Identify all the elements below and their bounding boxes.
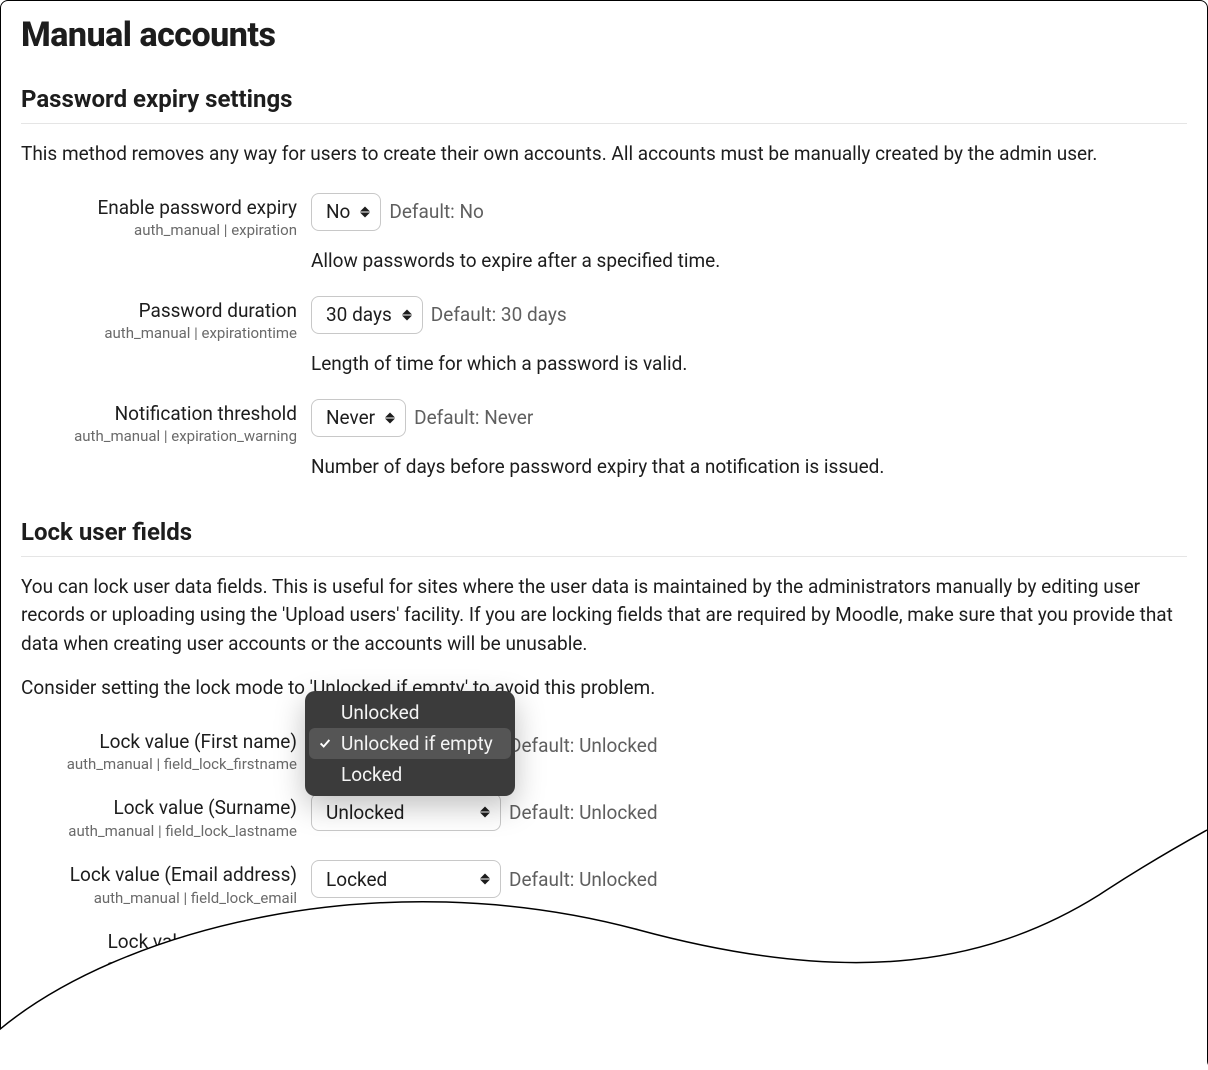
notification-threshold-select[interactable]: Never bbox=[311, 399, 406, 437]
setting-notification-threshold: Notification threshold auth_manual | exp… bbox=[21, 399, 1187, 482]
section-title-expiry: Password expiry settings bbox=[21, 85, 1187, 113]
lock-intro-text-1: You can lock user data fields. This is u… bbox=[21, 573, 1187, 659]
lock-firstname-dropdown: Unlocked Unlocked if empty Locked bbox=[305, 691, 515, 796]
select-value: Unlocked bbox=[326, 934, 404, 957]
option-label: Unlocked if empty bbox=[341, 732, 493, 755]
setting-lock-firstname: Lock value (First name) auth_manual | fi… bbox=[21, 727, 1187, 774]
select-value: Locked bbox=[326, 868, 387, 891]
lock-intro-text-2: Consider setting the lock mode to 'Unloc… bbox=[21, 674, 1187, 703]
page-title: Manual accounts bbox=[21, 15, 1187, 55]
setting-lock-email: Lock value (Email address) auth_manual |… bbox=[21, 860, 1187, 907]
setting-help: Allow passwords to expire after a specif… bbox=[311, 249, 1187, 272]
setting-key: auth_manual | field_lock_email bbox=[21, 889, 297, 907]
setting-label: Lock value (Email address) bbox=[21, 864, 297, 887]
option-label: Unlocked bbox=[341, 701, 419, 724]
dropdown-option-unlocked-if-empty[interactable]: Unlocked if empty bbox=[309, 728, 511, 759]
lock-city-select[interactable]: Unlocked bbox=[311, 927, 501, 965]
password-duration-select[interactable]: 30 days bbox=[311, 296, 423, 334]
setting-key: auth_manual | field_lock_firstname bbox=[21, 755, 297, 773]
setting-help: Number of days before password expiry th… bbox=[311, 455, 1187, 478]
setting-key: auth_manual | expiration_warning bbox=[21, 427, 297, 445]
setting-label: Lock value (First name) bbox=[21, 731, 297, 754]
select-value: 30 days bbox=[326, 303, 392, 326]
lock-surname-select[interactable]: Unlocked bbox=[311, 793, 501, 831]
select-value: Unlocked bbox=[326, 801, 404, 824]
updown-icon bbox=[385, 412, 395, 423]
updown-icon bbox=[360, 206, 370, 217]
default-text: Default: Unlocked bbox=[509, 801, 658, 824]
setting-lock-city: Lock value (City/town) auth_manual | fie… bbox=[21, 927, 1187, 974]
setting-enable-expiry: Enable password expiry auth_manual | exp… bbox=[21, 193, 1187, 276]
setting-label: Lock value (City/town) bbox=[21, 931, 297, 954]
default-text: Default: Unlocked bbox=[509, 734, 658, 757]
checkmark-icon bbox=[317, 736, 333, 750]
setting-lock-surname: Lock value (Surname) auth_manual | field… bbox=[21, 793, 1187, 840]
section-intro-expiry: This method removes any way for users to… bbox=[21, 140, 1187, 169]
select-value: Never bbox=[326, 406, 375, 429]
updown-icon bbox=[402, 309, 412, 320]
select-value: No bbox=[326, 200, 350, 223]
default-text: Default: Unlocked bbox=[509, 868, 658, 891]
dropdown-option-locked[interactable]: Locked bbox=[309, 759, 511, 790]
setting-label: Password duration bbox=[21, 300, 297, 323]
section-intro-lock: You can lock user data fields. This is u… bbox=[21, 573, 1187, 703]
setting-label: Lock value (Surname) bbox=[21, 797, 297, 820]
default-text: Default: No bbox=[389, 200, 484, 223]
lock-email-select[interactable]: Locked bbox=[311, 860, 501, 898]
section-rule bbox=[21, 123, 1187, 124]
enable-expiry-select[interactable]: No bbox=[311, 193, 381, 231]
setting-key: auth_manual | expiration bbox=[21, 221, 297, 239]
setting-label: Enable password expiry bbox=[21, 197, 297, 220]
option-label: Locked bbox=[341, 763, 402, 786]
default-text: Default: Never bbox=[414, 406, 533, 429]
section-title-lock: Lock user fields bbox=[21, 518, 1187, 546]
setting-password-duration: Password duration auth_manual | expirati… bbox=[21, 296, 1187, 379]
setting-label: Notification threshold bbox=[21, 403, 297, 426]
expiry-intro-text: This method removes any way for users to… bbox=[21, 140, 1187, 169]
section-rule bbox=[21, 556, 1187, 557]
setting-help: Length of time for which a password is v… bbox=[311, 352, 1187, 375]
setting-key: auth_manual | field_lock_city bbox=[21, 956, 297, 974]
dropdown-option-unlocked[interactable]: Unlocked bbox=[309, 697, 511, 728]
updown-icon bbox=[480, 807, 490, 818]
setting-key: auth_manual | field_lock_lastname bbox=[21, 822, 297, 840]
setting-key: auth_manual | expirationtime bbox=[21, 324, 297, 342]
updown-icon bbox=[480, 940, 490, 951]
updown-icon bbox=[480, 874, 490, 885]
default-text: Default: 30 days bbox=[431, 303, 567, 326]
